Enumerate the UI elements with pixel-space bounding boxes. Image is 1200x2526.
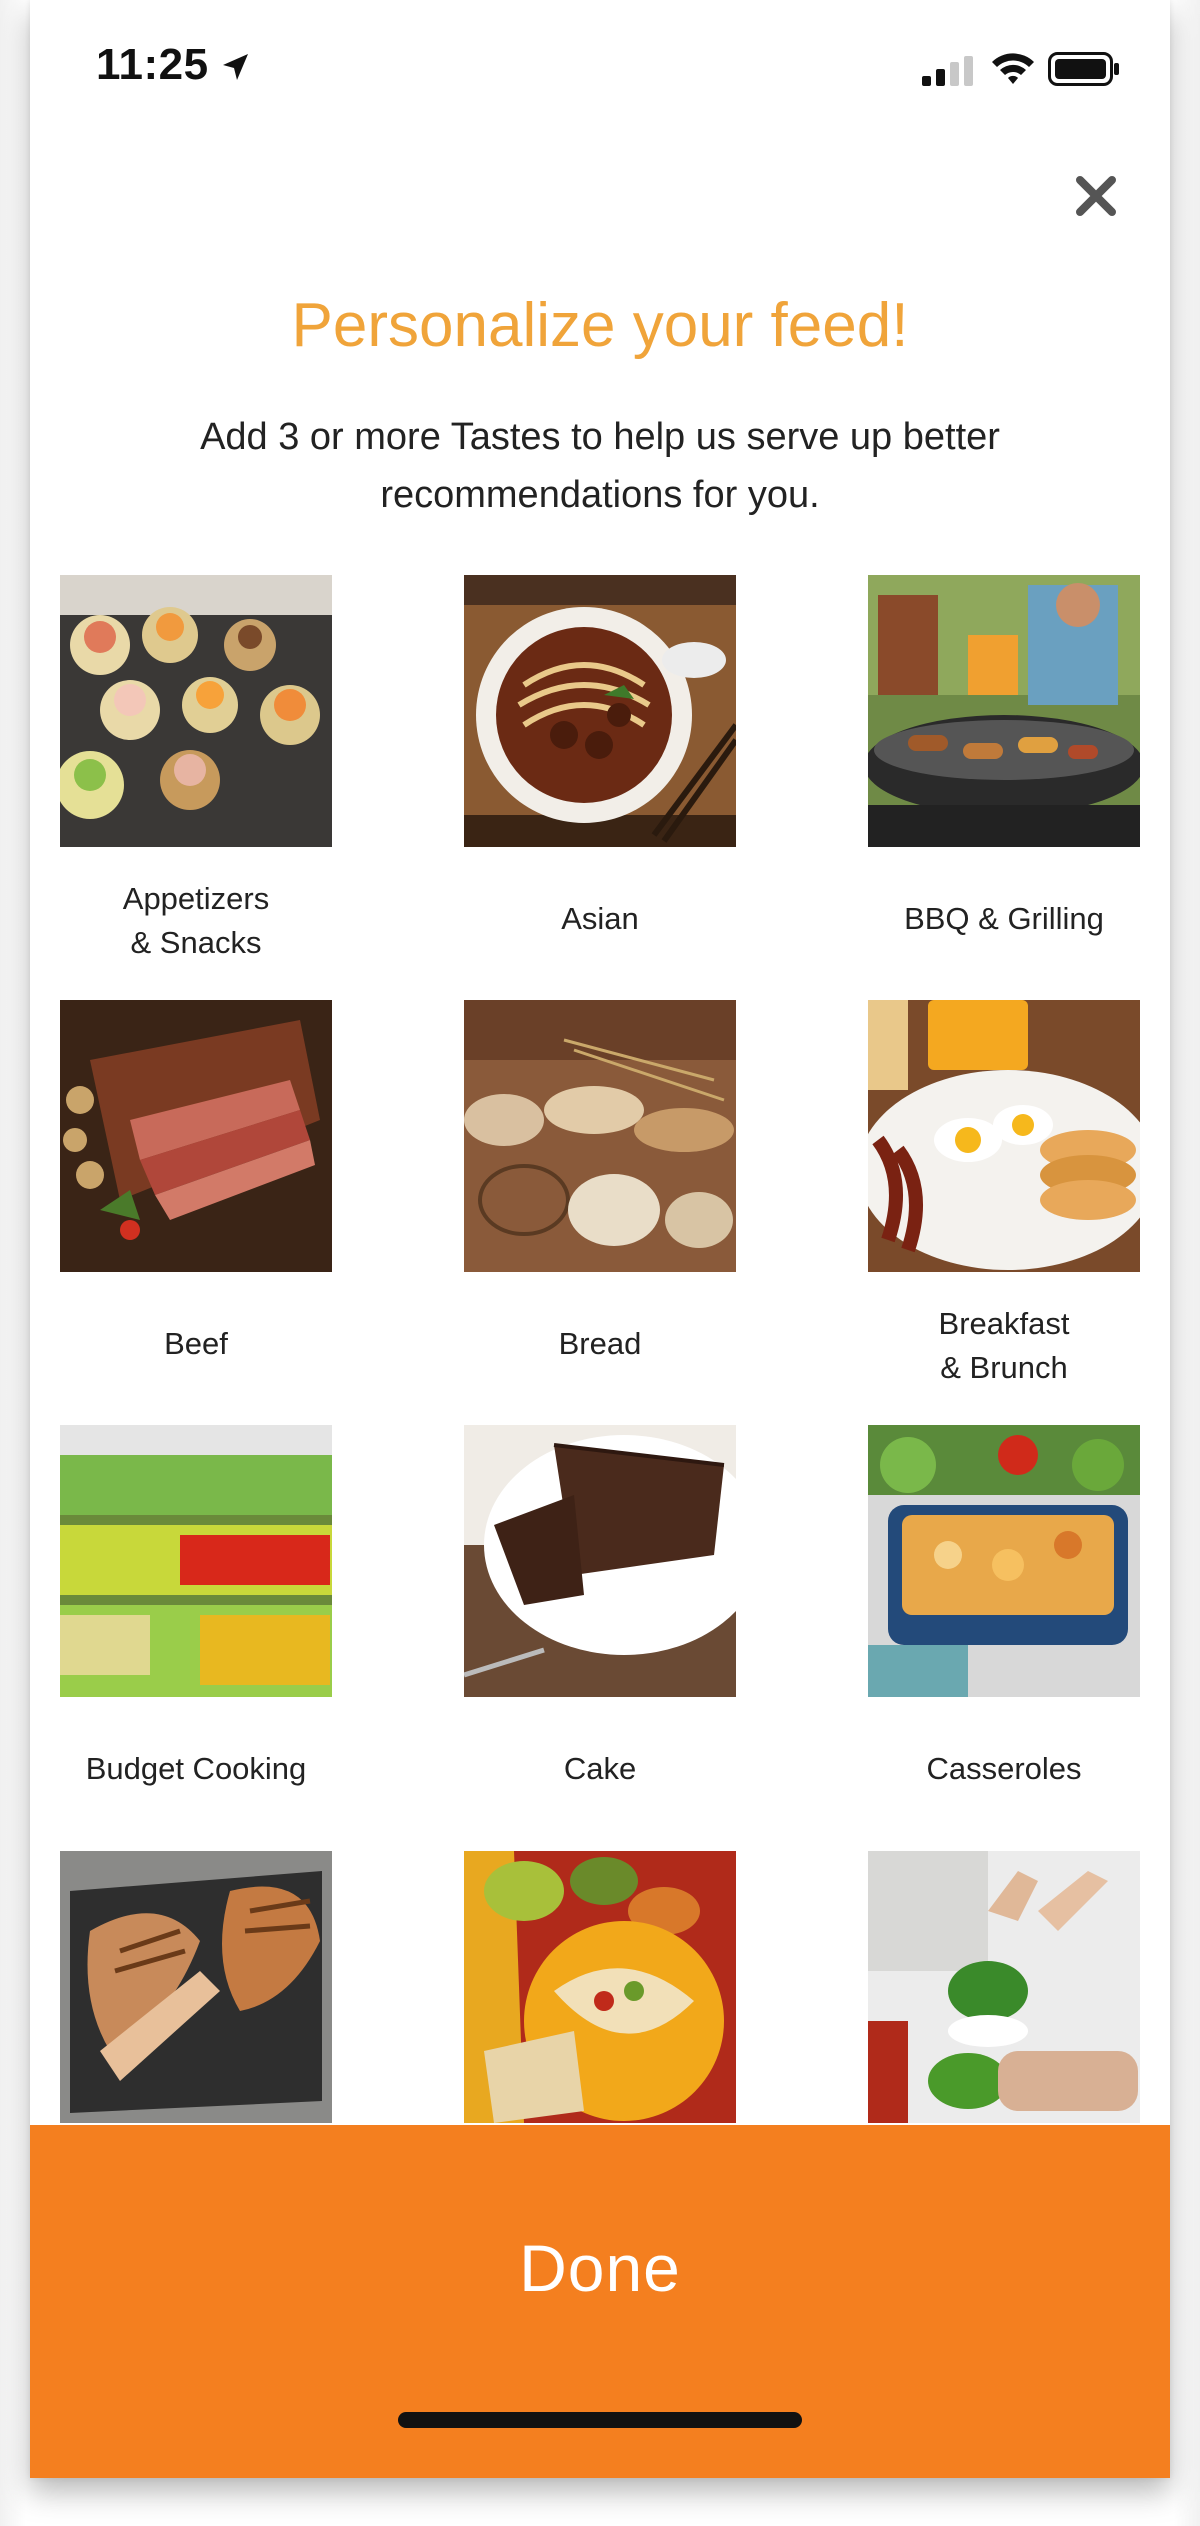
taste-image-healthy (868, 1851, 1140, 2123)
taste-mexican[interactable] (464, 1851, 736, 2123)
taste-label: BBQ & Grilling (904, 901, 1104, 936)
taste-breakfast-brunch[interactable]: Breakfast & Brunch (868, 1000, 1140, 1385)
taste-image-casseroles (868, 1425, 1140, 1697)
location-arrow-icon (223, 54, 248, 80)
taste-label: Cake (563, 1751, 637, 1786)
cellular-signal-icon (922, 56, 973, 86)
taste-bbq-grilling[interactable]: BBQ & Grilling (868, 575, 1140, 936)
taste-chicken[interactable] (60, 1851, 332, 2123)
taste-image-bread (464, 1000, 736, 1272)
taste-healthy[interactable] (868, 1851, 1140, 2123)
status-bar: 11:25 (30, 0, 1170, 150)
taste-image-breakfast (868, 1000, 1140, 1272)
taste-label: Budget Cooking (85, 1751, 307, 1786)
taste-label: Casseroles (926, 1751, 1082, 1786)
done-button-label: Done (519, 2231, 681, 2305)
taste-image-asian (464, 575, 736, 847)
wifi-icon (992, 53, 1034, 84)
taste-label: Appetizers & Snacks (122, 881, 270, 960)
taste-cake[interactable]: Cake (464, 1425, 736, 1786)
phone-screen: 11:25 Personalize your feed! Add 3 or mo… (30, 0, 1170, 2478)
taste-image-cake (464, 1425, 736, 1697)
battery-icon (1048, 52, 1119, 86)
taste-casseroles[interactable]: Casseroles (868, 1425, 1140, 1786)
taste-image-appetizers (60, 575, 332, 847)
done-button[interactable]: Done (30, 2125, 1170, 2478)
close-icon[interactable] (1070, 170, 1122, 222)
taste-asian[interactable]: Asian (464, 575, 736, 936)
taste-image-budget-cooking (60, 1425, 332, 1697)
taste-image-chicken (60, 1851, 332, 2123)
taste-label: Beef (164, 1326, 228, 1361)
taste-image-bbq (868, 575, 1140, 847)
taste-image-beef (60, 1000, 332, 1272)
page-subtitle: Add 3 or more Tastes to help us serve up… (200, 416, 1000, 516)
taste-appetizers-snacks[interactable]: Appetizers & Snacks (60, 575, 332, 960)
taste-budget-cooking[interactable]: Budget Cooking (60, 1425, 332, 1786)
taste-label: Asian (561, 901, 639, 936)
tastes-grid: Appetizers & Snacks Asian BBQ & Grilling… (30, 575, 1170, 2135)
taste-bread[interactable]: Bread (464, 1000, 736, 1361)
taste-label: Bread (558, 1326, 642, 1361)
taste-label: Breakfast & Brunch (938, 1306, 1070, 1385)
home-indicator (398, 2412, 802, 2428)
taste-image-mexican (464, 1851, 736, 2123)
screenshot-frame: 11:25 Personalize your feed! Add 3 or mo… (0, 0, 1200, 2526)
taste-beef[interactable]: Beef (60, 1000, 332, 1361)
status-time: 11:25 (96, 40, 209, 89)
page-title: Personalize your feed! (291, 291, 909, 360)
